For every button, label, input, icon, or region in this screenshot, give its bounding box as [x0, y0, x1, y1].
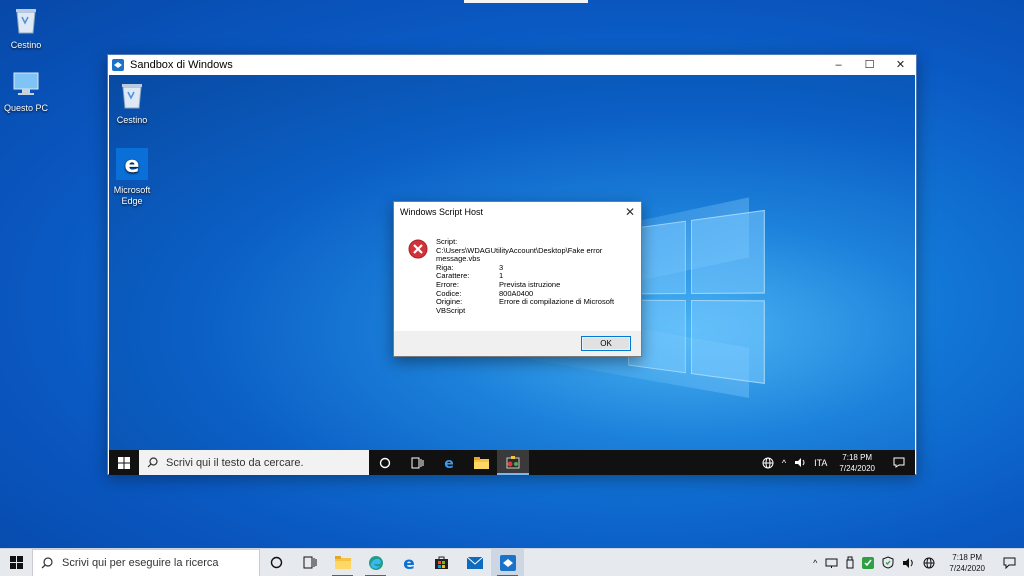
host-task-view-button[interactable] — [293, 549, 326, 576]
edge-legacy-icon: e — [109, 148, 162, 182]
host-search-box[interactable]: Scrivi qui per eseguire la ricerca — [32, 548, 260, 576]
chevron-up-icon[interactable]: ^ — [778, 458, 790, 468]
task-view-icon — [303, 556, 316, 569]
script-error-icon — [506, 455, 520, 468]
volume-icon[interactable] — [898, 557, 919, 569]
taskbar-edge-button[interactable]: e — [433, 450, 465, 475]
desktop-icon-label: Microsoft Edge — [113, 185, 151, 206]
windows-logo-wallpaper — [628, 209, 772, 386]
clock-date: 7/24/2020 — [839, 463, 875, 473]
host-file-explorer-button[interactable] — [326, 549, 359, 576]
network-icon[interactable] — [821, 557, 842, 569]
sandbox-desktop-icon-recycle-bin[interactable]: Cestino — [109, 80, 162, 126]
clock-time: 7:18 PM — [842, 452, 873, 462]
sandbox-taskbar: Scrivi qui il testo da cercare. e ^ ITA — [109, 450, 915, 475]
edge-chromium-icon — [368, 555, 383, 570]
clock-date: 7/24/2020 — [949, 563, 985, 573]
maximize-button[interactable]: ☐ — [854, 55, 885, 74]
windows-script-host-dialog[interactable]: Windows Script Host ✕ Script: C:\Users\W… — [393, 201, 642, 357]
store-icon — [435, 556, 448, 569]
ok-button[interactable]: OK — [581, 336, 631, 351]
desktop-icon-label: Cestino — [10, 40, 42, 50]
windows-start-icon — [9, 556, 23, 569]
windows-start-icon — [118, 456, 130, 469]
dialog-titlebar[interactable]: Windows Script Host ✕ — [394, 202, 641, 222]
chevron-up-icon[interactable]: ^ — [809, 558, 821, 568]
search-placeholder: Scrivi qui per eseguire la ricerca — [62, 556, 219, 569]
dialog-footer: OK — [394, 331, 641, 356]
security-check-icon[interactable] — [858, 556, 878, 569]
sandbox-icon — [499, 554, 516, 571]
search-box[interactable]: Scrivi qui il testo da cercare. — [139, 450, 369, 475]
file-explorer-icon — [334, 556, 351, 569]
error-icon — [408, 239, 428, 259]
host-cortana-button[interactable] — [260, 549, 293, 576]
taskbar-file-explorer-button[interactable] — [465, 450, 497, 475]
search-icon — [147, 457, 158, 468]
cortana-icon — [270, 556, 283, 569]
desktop-icon-label: Cestino — [116, 115, 148, 125]
minimize-button[interactable]: – — [823, 55, 854, 74]
host-store-button[interactable] — [425, 549, 458, 576]
dialog-title: Windows Script Host — [400, 207, 484, 217]
cortana-button[interactable] — [369, 450, 401, 475]
cortana-icon — [379, 457, 391, 468]
dialog-close-button[interactable]: ✕ — [619, 205, 641, 219]
sandbox-clock[interactable]: 7:18 PM 7/24/2020 — [831, 452, 883, 474]
top-bar-notch — [464, 0, 588, 3]
task-view-button[interactable] — [401, 450, 433, 475]
network-globe-icon[interactable] — [758, 457, 778, 469]
edge-legacy-icon: e — [403, 555, 415, 571]
host-edge-legacy-button[interactable]: e — [392, 549, 425, 576]
host-edge-chromium-button[interactable] — [359, 549, 392, 576]
origin-continued: VBScript — [436, 305, 466, 315]
desktop-icon-label: Questo PC — [3, 103, 49, 113]
detail-row: Errore: Prevista istruzione — [436, 279, 561, 289]
svg-text:e: e — [403, 555, 415, 571]
computer-icon — [0, 70, 56, 100]
svg-text:e: e — [125, 153, 140, 178]
recycle-bin-icon — [109, 80, 162, 112]
defender-shield-icon[interactable] — [878, 556, 898, 569]
mail-icon — [466, 556, 483, 569]
taskbar-script-host-button[interactable] — [497, 450, 529, 475]
host-sandbox-button[interactable] — [491, 548, 524, 576]
sandbox-titlebar[interactable]: Sandbox di Windows – ☐ ✕ — [108, 55, 916, 74]
svg-text:e: e — [444, 456, 454, 470]
edge-legacy-icon: e — [444, 456, 454, 470]
script-path: C:\Users\WDAGUtilityAccount\Desktop\Fake… — [436, 245, 603, 264]
sandbox-system-tray: ^ ITA 7:18 PM 7/24/2020 — [758, 450, 915, 475]
host-mail-button[interactable] — [458, 549, 491, 576]
recycle-bin-icon — [0, 5, 56, 37]
sandbox-icon — [112, 58, 124, 71]
detail-row: Origine: Errore di compilazione di Micros… — [436, 297, 615, 307]
file-explorer-icon — [473, 456, 489, 469]
usb-device-icon[interactable] — [842, 556, 858, 569]
search-placeholder: Scrivi qui il testo da cercare. — [166, 456, 304, 469]
host-system-tray: ^ 7:18 PM 7/24/2020 — [809, 549, 1024, 576]
search-icon — [41, 556, 53, 568]
notifications-icon[interactable] — [995, 557, 1024, 569]
start-button[interactable] — [109, 450, 139, 475]
sandbox-window-title: Sandbox di Windows — [130, 58, 233, 71]
close-button[interactable]: ✕ — [885, 55, 916, 74]
host-clock[interactable]: 7:18 PM 7/24/2020 — [939, 552, 995, 574]
dialog-body: Script: C:\Users\WDAGUtilityAccount\Desk… — [394, 222, 641, 331]
host-taskbar: Scrivi qui per eseguire la ricerca e ^ 7… — [0, 548, 1024, 576]
clock-time: 7:18 PM — [952, 552, 983, 562]
host-start-button[interactable] — [0, 549, 32, 576]
globe-icon[interactable] — [919, 557, 939, 569]
desktop-icon-recycle-bin[interactable]: Cestino — [0, 5, 56, 51]
desktop-icon-this-pc[interactable]: Questo PC — [0, 70, 56, 114]
dialog-message: Script: C:\Users\WDAGUtilityAccount\Desk… — [436, 237, 632, 315]
sandbox-desktop-icon-edge[interactable]: e Microsoft Edge — [109, 148, 162, 207]
volume-icon[interactable] — [790, 457, 810, 468]
task-view-icon — [411, 457, 423, 468]
language-indicator[interactable]: ITA — [810, 458, 831, 468]
notifications-icon[interactable] — [883, 457, 915, 468]
